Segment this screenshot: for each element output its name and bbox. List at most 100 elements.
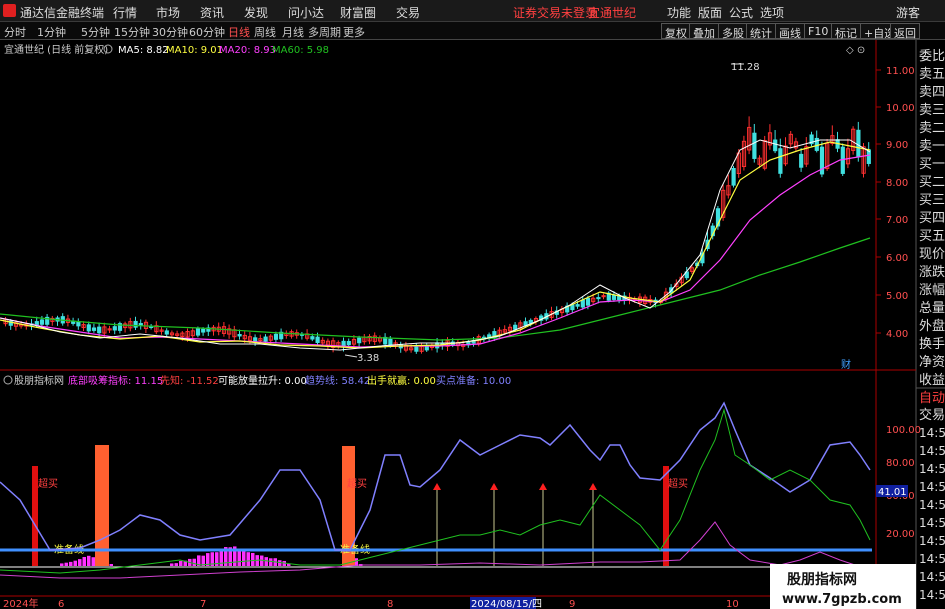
tick-time: 14:56: [919, 534, 945, 548]
side-item[interactable]: 买二: [919, 175, 945, 190]
side-item[interactable]: 涨幅: [919, 283, 945, 298]
tab-daily[interactable]: 日线: [228, 24, 250, 40]
price-axis-ticks: [876, 69, 881, 334]
accumulation-bar: [91, 557, 95, 566]
side-item[interactable]: 卖一: [919, 139, 945, 154]
candle-body: [585, 297, 591, 306]
side-item[interactable]: 买五: [919, 229, 945, 244]
tab-multi-period[interactable]: 多周期: [308, 24, 341, 40]
side-item[interactable]: 买四: [919, 211, 945, 226]
x-tick: 8: [387, 599, 393, 609]
tab-weekly[interactable]: 周线: [254, 24, 276, 40]
tab-1min[interactable]: 1分钟: [37, 24, 66, 40]
back-button[interactable]: 返回: [890, 23, 920, 40]
menu-xuanxiang[interactable]: 选项: [760, 4, 784, 21]
menu-gongneng[interactable]: 功能: [667, 4, 691, 21]
candle-body: [799, 153, 804, 168]
candle-body: [91, 327, 97, 331]
low-price-label: 3.38: [357, 353, 379, 364]
side-item[interactable]: 总量: [919, 301, 945, 316]
side-item[interactable]: 外盘: [919, 318, 945, 334]
candle-body: [164, 330, 169, 335]
side-item[interactable]: 涨跌: [919, 264, 945, 280]
huaxian-button[interactable]: 画线: [775, 23, 805, 40]
menu-gongshi[interactable]: 公式: [729, 4, 753, 21]
tongji-button[interactable]: 统计: [746, 23, 776, 40]
diejia-button[interactable]: 叠加: [689, 23, 719, 40]
side-item[interactable]: 委比: [919, 49, 945, 64]
tab-30min[interactable]: 30分钟: [152, 24, 188, 40]
tab-60min[interactable]: 60分钟: [189, 24, 225, 40]
login-status[interactable]: 证券交易未登录: [513, 4, 597, 21]
tab-15min[interactable]: 15分钟: [114, 24, 150, 40]
side-item[interactable]: 卖四: [919, 85, 945, 100]
candle-body: [133, 320, 138, 328]
side-item[interactable]: 收益: [919, 373, 945, 388]
accumulation-bar: [109, 564, 113, 566]
indicator-tick: 100.00: [886, 425, 921, 436]
ma10-line: [0, 141, 871, 349]
menu-zixun[interactable]: 资讯: [200, 4, 224, 21]
accumulation-bar: [264, 557, 268, 566]
biaoji-button[interactable]: 标记: [831, 23, 861, 40]
side-item[interactable]: 现价: [919, 247, 945, 262]
menu-wenxiaoda[interactable]: 问小达: [288, 4, 324, 21]
candle-body: [752, 132, 757, 159]
f10-button[interactable]: F10: [804, 23, 833, 39]
x-tick: 6: [58, 599, 64, 609]
accumulation-bar: [179, 560, 183, 566]
candlestick-series: [3, 116, 871, 354]
ma5-label: MA5: 8.82: [118, 45, 169, 56]
side-item[interactable]: 卖三: [919, 103, 945, 118]
candle-body: [596, 297, 601, 300]
tab-more[interactable]: 更多: [343, 24, 365, 40]
indicator-tick: 20.00: [886, 529, 915, 540]
tab-auto[interactable]: 自动: [919, 391, 945, 406]
menu-jiaoyi[interactable]: 交易: [396, 4, 420, 21]
candle-body: [263, 336, 268, 342]
accumulation-bar: [64, 562, 68, 566]
indicator-current-value: 41.01: [878, 487, 907, 498]
price-tick: 6.00: [886, 253, 908, 264]
candle-body: [773, 139, 778, 152]
candle-body: [97, 326, 102, 334]
candle-body: [778, 148, 783, 174]
accumulation-bar: [251, 552, 255, 566]
chart-area[interactable]: 宜通世纪 (日线 前复权) MA5: 8.82 MA10: 9.01 MA20:…: [0, 40, 945, 609]
side-item[interactable]: 净资: [919, 355, 945, 370]
menu-bar: 通达信金融终端 行情 市场 资讯 发现 问小达 财富圈 交易 证券交易未登录 宜…: [0, 0, 945, 22]
arrow-stems: [436, 488, 594, 566]
tick-time: 14:56: [919, 462, 945, 476]
menu-hangqing[interactable]: 行情: [113, 4, 137, 21]
duogu-button[interactable]: 多股: [718, 23, 748, 40]
accumulation-bar: [242, 549, 246, 566]
side-item[interactable]: 卖五: [919, 67, 945, 82]
tab-trade[interactable]: 交易: [919, 407, 945, 423]
menu-youke[interactable]: 游客: [896, 4, 920, 21]
menu-caifuquan[interactable]: 财富圈: [340, 4, 376, 21]
tab-fenshi[interactable]: 分时: [4, 24, 26, 40]
indicator-gear-icon[interactable]: [3, 375, 13, 385]
menu-shichang[interactable]: 市场: [156, 4, 180, 21]
side-item[interactable]: 换手: [919, 337, 945, 352]
price-tick: 9.00: [886, 140, 908, 151]
collapse-icon[interactable]: ◇ ⊙: [846, 45, 865, 56]
accumulation-bar: [170, 563, 174, 566]
side-item[interactable]: 买三: [919, 193, 945, 208]
price-tick: 10.00: [886, 103, 915, 114]
accumulation-bar: [192, 558, 196, 566]
candle-body: [731, 167, 736, 186]
side-item[interactable]: 卖二: [919, 121, 945, 136]
tab-monthly[interactable]: 月线: [282, 24, 304, 40]
candle-body: [580, 299, 585, 308]
fuquan-button[interactable]: 复权: [661, 23, 691, 40]
finance-badge[interactable]: 财: [841, 358, 851, 371]
menu-banmian[interactable]: 版面: [698, 4, 722, 21]
stock-name-header: 宜通世纪: [588, 6, 637, 20]
menu-faxian[interactable]: 发现: [244, 4, 268, 21]
indicator-value: 趋势线: 58.42: [305, 374, 370, 387]
candle-body: [237, 334, 242, 337]
app-logo-icon: [3, 4, 16, 17]
tab-5min[interactable]: 5分钟: [81, 24, 110, 40]
side-item[interactable]: 买一: [919, 157, 945, 172]
